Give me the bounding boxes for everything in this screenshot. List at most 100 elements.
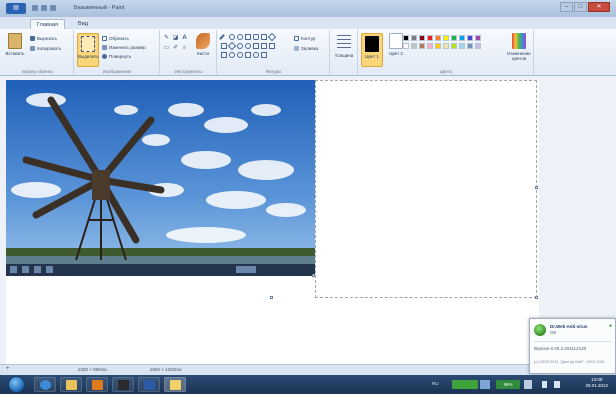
select-button[interactable]: Выделить	[77, 33, 99, 67]
rotate-button[interactable]: Повернуть	[102, 53, 131, 60]
palette-swatch[interactable]	[451, 35, 457, 41]
action-center-icon[interactable]	[524, 380, 532, 389]
start-button[interactable]	[8, 376, 25, 393]
shapes-group-label: Фигуры	[265, 69, 282, 74]
polygon-shape-icon[interactable]	[261, 34, 267, 40]
arrow-up-shape-icon[interactable]	[269, 43, 275, 49]
color-picker-icon[interactable]: ✐	[172, 45, 179, 52]
hexagon-shape-icon[interactable]	[245, 43, 251, 49]
cut-button[interactable]: Вырезать	[30, 35, 57, 42]
size-group: Толщина	[331, 30, 358, 75]
palette-swatch[interactable]	[459, 35, 465, 41]
outline-dropdown[interactable]: Контур	[294, 35, 315, 42]
size-button[interactable]: Толщина	[333, 33, 355, 58]
curve-shape-icon[interactable]	[229, 34, 235, 40]
heart-shape-icon[interactable]	[253, 52, 259, 58]
close-notification-icon[interactable]: ●	[609, 323, 612, 329]
palette-swatch[interactable]	[443, 43, 449, 49]
app-menu-button[interactable]: ▤	[6, 3, 26, 14]
palette-swatch[interactable]	[475, 43, 481, 49]
notification-divider	[534, 341, 611, 342]
palette-swatch[interactable]	[467, 43, 473, 49]
network-meter-icon[interactable]	[452, 380, 478, 389]
oval-shape-icon[interactable]	[237, 34, 243, 40]
close-button[interactable]: ✕	[588, 2, 610, 12]
volume-icon[interactable]	[542, 381, 547, 388]
star6-shape-icon[interactable]	[237, 52, 243, 58]
tab-view[interactable]: Вид	[72, 19, 94, 29]
right-triangle-shape-icon[interactable]	[221, 43, 227, 49]
battery-indicator[interactable]: 96%	[496, 380, 520, 389]
taskbar-app[interactable]	[112, 377, 134, 392]
star-shape-icon[interactable]	[229, 52, 235, 58]
taskbar-media-player[interactable]	[86, 377, 108, 392]
media-player-icon	[92, 380, 103, 390]
redo-icon[interactable]	[50, 5, 56, 11]
palette-swatch[interactable]	[403, 43, 409, 49]
signal-icon[interactable]	[480, 380, 490, 389]
diamond-shape-icon[interactable]	[227, 41, 237, 51]
palette-swatch[interactable]	[467, 35, 473, 41]
add-icon[interactable]: +	[6, 366, 10, 372]
palette-swatch[interactable]	[451, 43, 457, 49]
crop-button[interactable]: Обрезать	[102, 35, 129, 42]
triangle-shape-icon[interactable]	[267, 32, 277, 42]
shapes-gallery[interactable]	[219, 32, 291, 62]
copy-button[interactable]: Копировать	[30, 45, 61, 52]
arrow-down-shape-icon[interactable]	[221, 52, 227, 58]
resize-button[interactable]: Изменить размер	[102, 44, 146, 51]
arrow-right-shape-icon[interactable]	[253, 43, 259, 49]
canvas-right-handle[interactable]	[535, 186, 538, 189]
magnifier-icon[interactable]: ⌕	[181, 45, 188, 52]
callout-shape-icon[interactable]	[245, 52, 251, 58]
ribbon: Вставить Вырезать Копировать Буфер обмен…	[0, 29, 616, 76]
palette-swatch[interactable]	[427, 43, 433, 49]
eraser-icon[interactable]: ▭	[163, 45, 170, 52]
arrow-left-shape-icon[interactable]	[261, 43, 267, 49]
palette-swatch[interactable]	[435, 43, 441, 49]
fill-dropdown[interactable]: Заливка	[294, 45, 318, 52]
rectangle-shape-icon[interactable]	[245, 34, 251, 40]
clock[interactable]: 13:09 29.01.2012	[585, 377, 608, 389]
line-shape-icon[interactable]	[219, 34, 225, 40]
undo-icon[interactable]	[41, 5, 47, 11]
maximize-button[interactable]: □	[574, 2, 587, 12]
pencil-icon[interactable]: ✎	[163, 35, 170, 42]
color1-button[interactable]: Цвет 1	[361, 33, 383, 67]
pasted-image[interactable]	[6, 80, 315, 276]
palette-swatch[interactable]	[403, 35, 409, 41]
palette-swatch[interactable]	[443, 35, 449, 41]
power-icon[interactable]	[554, 381, 560, 388]
paste-button[interactable]: Вставить	[4, 33, 26, 56]
taskbar-paint[interactable]	[164, 377, 186, 392]
palette-swatch[interactable]	[419, 35, 425, 41]
workspace[interactable]	[0, 76, 616, 375]
status-bar: + 2300 × 980пкс 2650 × 1092пкс	[0, 364, 616, 375]
palette-swatch[interactable]	[435, 35, 441, 41]
antivirus-notification[interactable]: Dr.Web Anti-virus ОК ● Версия 6.00.3.201…	[529, 318, 616, 374]
edit-colors-button[interactable]: Изменение цветов	[505, 33, 533, 61]
lightning-shape-icon[interactable]	[261, 52, 267, 58]
palette-swatch[interactable]	[427, 35, 433, 41]
taskbar-explorer[interactable]	[60, 377, 82, 392]
palette-swatch[interactable]	[419, 43, 425, 49]
minimize-button[interactable]: –	[560, 2, 573, 12]
fill-icon[interactable]: ◪	[172, 35, 179, 42]
language-indicator[interactable]: RU	[432, 381, 439, 386]
save-icon[interactable]	[32, 5, 38, 11]
pentagon-shape-icon[interactable]	[237, 43, 243, 49]
taskbar-word[interactable]	[138, 377, 160, 392]
text-tool-icon[interactable]: A	[181, 35, 188, 42]
canvas-bottom-handle[interactable]	[270, 296, 273, 299]
tab-home[interactable]: Главная	[30, 19, 65, 29]
drawing-canvas[interactable]	[6, 80, 539, 375]
palette-swatch[interactable]	[475, 35, 481, 41]
palette-swatch[interactable]	[459, 43, 465, 49]
rounded-rectangle-shape-icon[interactable]	[253, 34, 259, 40]
palette-swatch[interactable]	[411, 35, 417, 41]
crop-label: Обрезать	[109, 36, 129, 41]
taskbar-ie[interactable]	[34, 377, 56, 392]
canvas-corner-handle[interactable]	[535, 296, 538, 299]
brushes-button[interactable]: Кисти	[193, 33, 213, 56]
palette-swatch[interactable]	[411, 43, 417, 49]
